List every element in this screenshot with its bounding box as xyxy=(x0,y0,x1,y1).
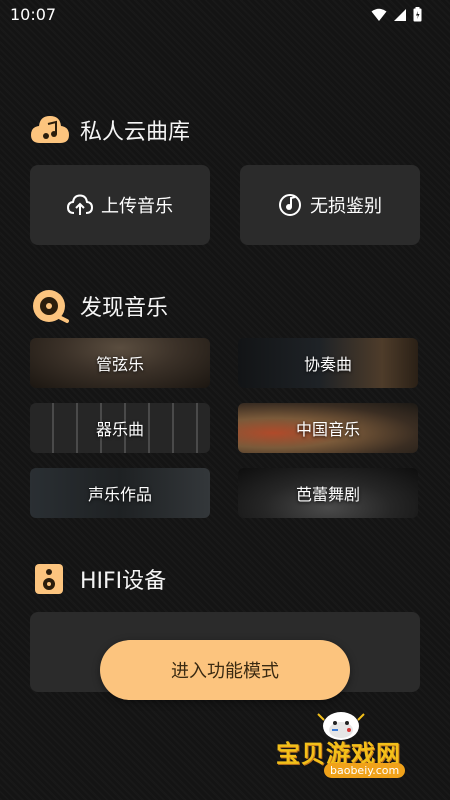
speaker-icon xyxy=(35,564,63,594)
cloud-upload-icon xyxy=(67,194,93,215)
vinyl-record-icon xyxy=(33,290,69,323)
lossless-check-button[interactable]: 无损鉴别 xyxy=(240,165,420,245)
cloud-library-title: 私人云曲库 xyxy=(80,120,191,145)
genre-chinese-music[interactable]: 中国音乐 xyxy=(238,403,418,453)
genre-vocal-works-label: 声乐作品 xyxy=(87,485,152,504)
status-bar: 10:07 xyxy=(0,0,450,30)
discover-title: 发现音乐 xyxy=(80,296,169,321)
genre-orchestral-label: 管弦乐 xyxy=(95,355,144,374)
genre-concerto[interactable]: 协奏曲 xyxy=(238,338,418,388)
hifi-title: HIFI设备 xyxy=(80,569,167,594)
upload-music-button[interactable]: 上传音乐 xyxy=(30,165,210,245)
signal-icon xyxy=(394,8,406,21)
lossless-check-label: 无损鉴别 xyxy=(310,196,382,217)
wifi-icon xyxy=(371,8,387,21)
app-screen: 10:07 私人云曲库 上传音乐 无损鉴别 发现音乐 管弦乐 协奏曲 器乐曲 中… xyxy=(0,0,450,800)
cloud-library-header: 私人云曲库 xyxy=(30,113,190,147)
watermark-url: baobeiy.com xyxy=(324,763,406,778)
enter-function-mode-button[interactable]: 进入功能模式 xyxy=(100,640,350,700)
status-icons xyxy=(371,7,422,22)
genre-instrumental-label: 器乐曲 xyxy=(95,420,144,439)
cloud-music-icon xyxy=(31,116,69,143)
genre-ballet-label: 芭蕾舞剧 xyxy=(295,485,360,504)
upload-music-label: 上传音乐 xyxy=(101,196,173,217)
genre-concerto-label: 协奏曲 xyxy=(303,355,352,374)
discover-header: 发现音乐 xyxy=(30,288,168,324)
genre-instrumental[interactable]: 器乐曲 xyxy=(30,403,210,453)
watermark: 宝贝游戏网 baobeiy.com xyxy=(268,708,428,788)
battery-icon xyxy=(413,7,422,22)
enter-function-mode-label: 进入功能模式 xyxy=(171,661,279,682)
genre-vocal-works[interactable]: 声乐作品 xyxy=(30,468,210,518)
genre-chinese-music-label: 中国音乐 xyxy=(295,420,360,439)
status-time: 10:07 xyxy=(10,5,57,24)
genre-orchestral[interactable]: 管弦乐 xyxy=(30,338,210,388)
genre-ballet[interactable]: 芭蕾舞剧 xyxy=(238,468,418,518)
disc-music-icon xyxy=(279,194,301,216)
hifi-header: HIFI设备 xyxy=(30,562,166,596)
